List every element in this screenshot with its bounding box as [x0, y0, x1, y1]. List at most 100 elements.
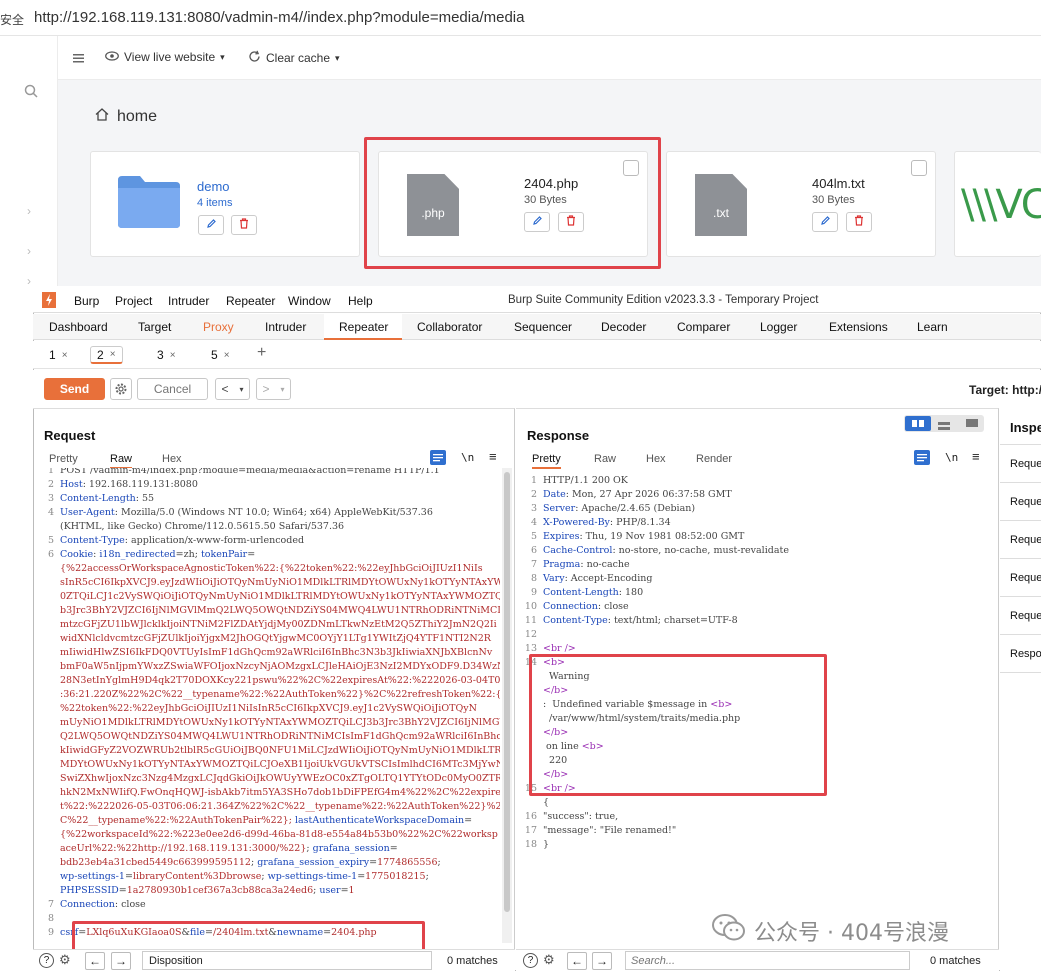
- view-hex[interactable]: Hex: [646, 453, 666, 465]
- tab-comparer[interactable]: Comparer: [677, 320, 730, 334]
- media-card-name[interactable]: 404lm.txt: [812, 176, 865, 191]
- close-icon[interactable]: ×: [110, 349, 116, 360]
- delete-button[interactable]: [231, 215, 257, 235]
- tab-repeater[interactable]: Repeater: [339, 320, 388, 334]
- inspector-row[interactable]: Reque: [1010, 610, 1041, 622]
- url-text[interactable]: http://192.168.119.131:8080/vadmin-m4//i…: [34, 9, 524, 26]
- prev-match-button[interactable]: ←: [567, 952, 587, 970]
- repeater-tab[interactable]: 1 ×: [43, 346, 74, 364]
- media-card-file[interactable]: .txt 404lm.txt 30 Bytes: [666, 151, 936, 257]
- menu-help[interactable]: Help: [348, 294, 373, 308]
- menu-intruder[interactable]: Intruder: [168, 294, 209, 308]
- tab-proxy[interactable]: Proxy: [203, 320, 234, 334]
- menu-window[interactable]: Window: [288, 294, 331, 308]
- view-pretty[interactable]: Pretty: [532, 453, 561, 469]
- tab-dashboard[interactable]: Dashboard: [49, 320, 108, 334]
- hamburger-icon[interactable]: ≡: [972, 449, 980, 464]
- close-icon[interactable]: ×: [224, 350, 230, 361]
- code-token: {%22workspaceId%22:%223e0ee2d6-d99d-46ba…: [60, 829, 498, 840]
- next-match-button[interactable]: →: [592, 952, 612, 970]
- request-editor[interactable]: 1 POST /vadmin-m4/index.php?module=media/…: [38, 468, 500, 943]
- repeater-tab[interactable]: 3 ×: [151, 346, 182, 364]
- prev-match-button[interactable]: ←: [85, 952, 105, 970]
- menu-icon[interactable]: [73, 52, 84, 66]
- search-input[interactable]: [625, 951, 910, 970]
- view-live-website-button[interactable]: View live website ▾: [105, 50, 225, 64]
- wrap-toggle-icon[interactable]: [914, 450, 930, 465]
- add-tab-icon[interactable]: +: [257, 344, 266, 362]
- tab-extensions[interactable]: Extensions: [829, 320, 888, 334]
- chevron-right-icon[interactable]: ›: [27, 274, 31, 288]
- view-raw[interactable]: Raw: [594, 453, 616, 465]
- inspector-panel: Inspe Reque Reque Reque Reque Reque Resp…: [1000, 408, 1041, 971]
- wrap-toggle-icon[interactable]: [430, 450, 446, 465]
- cancel-button[interactable]: Cancel: [137, 378, 208, 400]
- code-token: 1775018215: [365, 871, 426, 882]
- view-hex[interactable]: Hex: [162, 453, 182, 465]
- view-raw[interactable]: Raw: [110, 453, 133, 469]
- chevron-right-icon[interactable]: ›: [27, 204, 31, 218]
- select-checkbox[interactable]: [911, 160, 927, 176]
- newline-toggle[interactable]: \n: [461, 451, 474, 464]
- menu-repeater[interactable]: Repeater: [226, 294, 275, 308]
- code-token: }: [543, 839, 550, 850]
- inspector-row[interactable]: Reque: [1010, 496, 1041, 508]
- send-button[interactable]: Send: [44, 378, 105, 400]
- single-view-icon[interactable]: [966, 419, 978, 427]
- chevron-right-icon[interactable]: ›: [27, 244, 31, 258]
- forward-button[interactable]: > ▾: [256, 378, 291, 400]
- media-card-image[interactable]: \\\VC: [954, 151, 1041, 257]
- back-button[interactable]: < ▾: [215, 378, 250, 400]
- request-scrollbar[interactable]: [502, 468, 512, 943]
- split-view-icon[interactable]: [905, 416, 931, 431]
- view-pretty[interactable]: Pretty: [49, 453, 78, 465]
- code-token: Vary: [543, 573, 565, 584]
- search-icon[interactable]: [24, 84, 38, 101]
- tab-decoder[interactable]: Decoder: [601, 320, 646, 334]
- newline-toggle[interactable]: \n: [945, 451, 958, 464]
- delete-button[interactable]: [846, 212, 872, 232]
- close-icon[interactable]: ×: [170, 350, 176, 361]
- browser-address-bar[interactable]: 安全 http://192.168.119.131:8080/vadmin-m4…: [0, 0, 1041, 36]
- edit-button[interactable]: [198, 215, 224, 235]
- home-icon[interactable]: [95, 108, 109, 126]
- tab-sequencer[interactable]: Sequencer: [514, 320, 572, 334]
- tab-target[interactable]: Target: [138, 320, 171, 334]
- breadcrumb-home[interactable]: home: [117, 108, 157, 126]
- layout-switcher[interactable]: [904, 415, 984, 432]
- line-text: widXNlcldvcmtzcGFjZUlkIjoiYjgxM2JhOGQtYj…: [60, 632, 491, 646]
- repeater-tab-active[interactable]: 2 ×: [90, 346, 123, 364]
- search-input[interactable]: Disposition: [142, 951, 432, 970]
- edit-button[interactable]: [812, 212, 838, 232]
- help-icon[interactable]: ?: [39, 953, 54, 968]
- inspector-row[interactable]: Reque: [1010, 534, 1041, 546]
- target-label[interactable]: Target: http:/: [969, 383, 1041, 397]
- help-icon[interactable]: ?: [523, 953, 538, 968]
- media-card-name[interactable]: demo: [197, 179, 230, 194]
- wechat-icon: [712, 913, 746, 949]
- next-match-button[interactable]: →: [111, 952, 131, 970]
- settings-gear-icon[interactable]: [110, 378, 132, 400]
- repeater-tab[interactable]: 5 ×: [205, 346, 236, 364]
- horizontal-view-icon[interactable]: [938, 419, 950, 430]
- tab-learn[interactable]: Learn: [917, 320, 948, 334]
- inspector-row[interactable]: Respo: [1010, 648, 1041, 660]
- view-render[interactable]: Render: [696, 453, 732, 465]
- code-line: %22token%22:%22eyJhbGciOiJIUzI1NiIsInR5c…: [38, 702, 500, 716]
- hamburger-icon[interactable]: ≡: [489, 449, 497, 464]
- clear-cache-button[interactable]: Clear cache ▾: [248, 50, 340, 66]
- tab-intruder[interactable]: Intruder: [265, 320, 306, 334]
- settings-gear-icon[interactable]: ⚙: [543, 952, 555, 968]
- menu-burp[interactable]: Burp: [74, 294, 99, 308]
- inspector-row[interactable]: Reque: [1010, 458, 1041, 470]
- settings-gear-icon[interactable]: ⚙: [59, 952, 71, 968]
- inspector-row[interactable]: Reque: [1010, 572, 1041, 584]
- code-line: 6 Cache-Control: no-store, no-cache, must…: [521, 544, 991, 558]
- line-text: bmF0aW5nIjpmYWxzZSwiaWFOIjoxNzcyNjAOMzgx…: [60, 660, 500, 674]
- tab-collaborator[interactable]: Collaborator: [417, 320, 482, 334]
- tab-logger[interactable]: Logger: [760, 320, 797, 334]
- media-card-folder[interactable]: demo 4 items: [90, 151, 360, 257]
- code-line: {%22accessOrWorkspaceAgnosticToken%22:{%…: [38, 562, 500, 576]
- close-icon[interactable]: ×: [62, 350, 68, 361]
- menu-project[interactable]: Project: [115, 294, 152, 308]
